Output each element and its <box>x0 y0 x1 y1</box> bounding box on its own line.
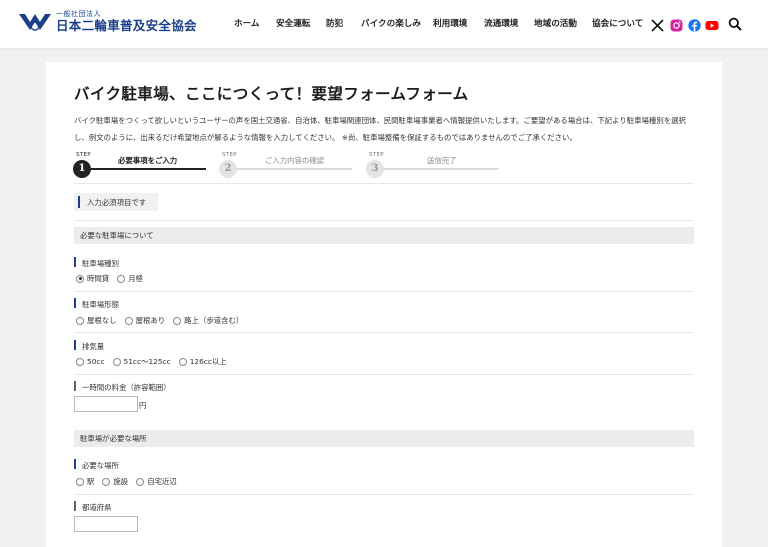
facebook-icon[interactable] <box>688 17 702 32</box>
divider <box>74 220 694 221</box>
radio-label: 屋根あり <box>135 316 166 325</box>
section-header-parking: 必要な駐車場について <box>74 227 694 244</box>
radio-hourly[interactable]: 時間貸 <box>76 273 109 284</box>
radio-button[interactable] <box>112 357 121 366</box>
radio-station[interactable]: 駅 <box>76 476 94 487</box>
radio-label: 路上（歩道含む） <box>184 316 244 325</box>
radio-facility[interactable]: 施設 <box>102 476 128 487</box>
divider <box>74 332 694 333</box>
radio-label: 施設 <box>113 477 129 486</box>
x-icon[interactable] <box>651 17 665 32</box>
org-name: 日本二輪車普及安全協会 <box>56 18 197 34</box>
step-1-number: 1 <box>73 160 91 178</box>
parking-form-label: 駐車場形態 <box>74 298 119 310</box>
radio-button[interactable] <box>178 357 187 366</box>
step-3-number: 3 <box>366 160 384 178</box>
search-icon[interactable] <box>728 16 742 31</box>
needed-place-options: 駅 施設 自宅近辺 <box>76 476 185 487</box>
nav-item-bike-enjoyment[interactable]: バイクの楽しみ <box>361 17 421 29</box>
parking-form-options: 屋根なし 屋根あり 路上（歩道含む） <box>76 315 251 326</box>
parking-type-label: 駐車場種別 <box>74 257 119 269</box>
prefecture-input[interactable] <box>74 516 138 532</box>
radio-51-125cc[interactable]: 51cc〜125cc <box>112 356 171 367</box>
radio-near-home[interactable]: 自宅近辺 <box>136 476 177 487</box>
radio-monthly[interactable]: 月極 <box>117 273 143 284</box>
nav-item-regional-activities[interactable]: 地域の活動 <box>534 17 577 29</box>
radio-button[interactable] <box>117 274 126 283</box>
radio-button[interactable] <box>124 316 133 325</box>
radio-button[interactable] <box>76 274 84 283</box>
prefecture-label: 都道府県 <box>74 501 112 513</box>
nav-item-safe-driving[interactable]: 安全運転 <box>276 17 310 29</box>
radio-button[interactable] <box>76 316 84 325</box>
displacement-label: 排気量 <box>74 340 104 352</box>
youtube-icon[interactable] <box>705 17 719 31</box>
radio-button[interactable] <box>76 477 84 486</box>
page-title: バイク駐車場、ここにつくって！要望フォームフォーム <box>74 85 469 103</box>
radio-button[interactable] <box>102 477 111 486</box>
radio-label: 屋根なし <box>87 316 117 325</box>
page-description: バイク駐車場をつくって欲しいというユーザーの声を国土交通省、自治体、駐車場関連団… <box>74 116 686 142</box>
step-1-line <box>90 168 206 170</box>
step-2-line <box>236 168 352 170</box>
nav-item-usage-environment[interactable]: 利用環境 <box>433 17 467 29</box>
nav-item-home[interactable]: ホーム <box>234 17 260 29</box>
step-3-label: 送信完了 <box>427 156 457 165</box>
radio-with-roof[interactable]: 屋根あり <box>124 315 166 326</box>
radio-label: 月極 <box>128 274 143 283</box>
radio-label: 時間貸 <box>87 274 110 283</box>
displacement-options: 50cc 51cc〜125cc 126cc以上 <box>76 356 235 367</box>
org-type-label: 一般社団法人 <box>56 10 101 19</box>
section-header-location: 駐車場が必要な場所 <box>74 430 694 447</box>
site-logo[interactable]: 一般社団法人 日本二輪車普及安全協会 <box>18 10 197 34</box>
radio-button[interactable] <box>76 357 84 366</box>
nav-item-distribution-environment[interactable]: 流通環境 <box>484 17 518 29</box>
divider <box>74 374 694 375</box>
radio-label: 126cc以上 <box>189 357 227 366</box>
parking-type-options: 時間貸 月極 <box>76 273 151 284</box>
step-2-tag: STEP <box>222 152 237 158</box>
radio-on-street[interactable]: 路上（歩道含む） <box>173 315 243 326</box>
step-1-label: 必要事項をご入力 <box>118 156 178 165</box>
yen-unit: 円 <box>139 401 147 410</box>
nav-item-crime-prevention[interactable]: 防犯 <box>326 17 343 29</box>
divider <box>74 183 694 184</box>
radio-no-roof[interactable]: 屋根なし <box>76 315 117 326</box>
step-2-label: ご入力内容の確認 <box>265 156 325 165</box>
logo-mark-icon <box>18 10 52 34</box>
instagram-icon[interactable] <box>670 17 684 32</box>
step-1-tag: STEP <box>76 152 91 158</box>
required-marker <box>78 196 80 208</box>
divider <box>74 291 694 292</box>
step-2-number: 2 <box>219 160 237 178</box>
hourly-fee-input[interactable] <box>74 396 138 412</box>
radio-label: 駅 <box>87 477 95 486</box>
required-note: 入力必須項目です <box>74 193 158 211</box>
step-3-line <box>383 168 499 170</box>
radio-label: 51cc〜125cc <box>123 357 171 366</box>
radio-button[interactable] <box>173 316 182 325</box>
radio-label: 自宅近辺 <box>147 477 177 486</box>
radio-126cc-plus[interactable]: 126cc以上 <box>178 356 227 367</box>
required-note-text: 入力必須項目です <box>87 198 147 207</box>
radio-label: 50cc <box>87 357 105 366</box>
radio-button[interactable] <box>136 477 145 486</box>
site-header: 一般社団法人 日本二輪車普及安全協会 ホーム 安全運転 防犯 バイクの楽しみ 利… <box>0 0 768 48</box>
nav-item-about[interactable]: 協会について <box>592 17 643 29</box>
hourly-fee-label: 一時間の料金（許容範囲） <box>74 381 171 393</box>
divider <box>74 494 694 495</box>
needed-place-label: 必要な場所 <box>74 459 119 471</box>
step-3-tag: STEP <box>369 152 384 158</box>
radio-50cc[interactable]: 50cc <box>76 357 105 366</box>
